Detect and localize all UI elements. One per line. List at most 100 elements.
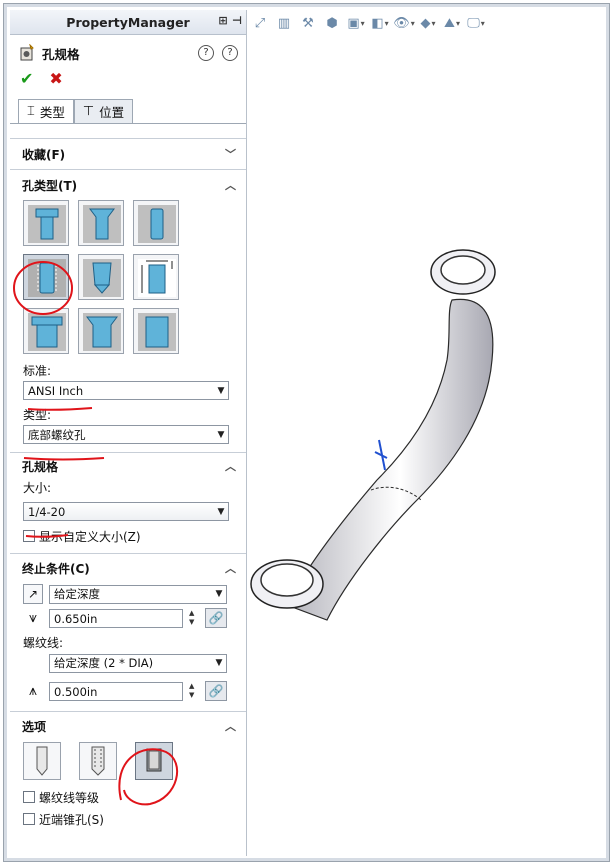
countersink-slot-button[interactable]	[78, 308, 124, 354]
favorites-section: 收藏(F) ﹀	[10, 138, 246, 169]
remove-thread-button[interactable]	[135, 742, 173, 780]
feature-name: 孔规格	[42, 46, 80, 62]
split-panel-icon[interactable]: ⊞	[216, 14, 230, 28]
thread-options	[10, 740, 246, 786]
hole-type-title: 孔类型(T)	[22, 178, 78, 193]
tab-strip: ⌶ 类型 ⊤ 位置	[18, 99, 246, 123]
chevron-up-icon[interactable]: ︿	[225, 458, 236, 474]
near-countersink-checkbox[interactable]	[23, 813, 35, 825]
options-section: 选项 ︿ 螺纹线等级 近端锥孔(S)	[10, 711, 246, 830]
remove-thread-icon	[146, 748, 162, 772]
countersink-slot-icon	[83, 313, 121, 351]
tap-drill-button[interactable]	[23, 742, 61, 780]
chevron-down-icon: ▼	[217, 506, 225, 517]
ok-cancel-row: ✔ ✖	[10, 67, 246, 89]
standard-select[interactable]: ANSI Inch ▼	[23, 381, 229, 400]
chevron-up-icon[interactable]: ︿	[225, 718, 236, 734]
hole-spec-header[interactable]: 孔规格 ︿	[10, 453, 246, 479]
standard-value: ANSI Inch	[28, 383, 84, 398]
size-select[interactable]: 1/4-20 ▼	[23, 502, 229, 521]
link-icon[interactable]: 🔗	[205, 681, 227, 701]
legacy-hole-button[interactable]	[133, 254, 179, 300]
thread-class-row[interactable]: 螺纹线等级	[10, 786, 246, 808]
hole-spec-section: 孔规格 ︿ 大小: 1/4-20 ▼ 显示自定义大小(Z)	[10, 452, 246, 553]
hole-type-grid	[10, 200, 246, 354]
position-tab-icon: ⊤	[82, 104, 95, 119]
end-condition-select[interactable]: 给定深度 ▼	[49, 584, 227, 604]
chevron-down-icon: ▼	[215, 658, 223, 668]
chevron-up-icon[interactable]: ︿	[225, 177, 236, 193]
tab-position-label: 位置	[99, 105, 125, 120]
depth-row: ⩛ 0.650in ▲ ▼ 🔗	[10, 606, 246, 630]
graphics-viewport[interactable]: ⤢ ▥ ⚒ ⬢ ▣ ◧ 👁 ◆ ⛰ 🖵	[247, 10, 603, 856]
near-countersink-row[interactable]: 近端锥孔(S)	[10, 808, 246, 830]
counterbore-button[interactable]	[23, 200, 69, 246]
simple-hole-button[interactable]	[133, 200, 179, 246]
hole-spec-title: 孔规格	[22, 459, 59, 474]
custom-size-label: 显示自定义大小(Z)	[39, 529, 141, 544]
tab-type[interactable]: ⌶ 类型	[18, 99, 74, 123]
chevron-down-icon: ▼	[217, 385, 225, 396]
bottom-flange-hole	[260, 563, 314, 597]
end-condition-section: 终止条件(C) ︿ ↗ 给定深度 ▼ ⩛ 0.650in ▲ ▼ 🔗 螺纹线: 给…	[10, 553, 246, 711]
legacy-hole-icon	[138, 259, 176, 297]
reverse-direction-icon[interactable]: ↗	[23, 584, 43, 604]
slot-button[interactable]	[133, 308, 179, 354]
panel-title-bar: PropertyManager ⊞ ⊣	[10, 10, 246, 35]
depth-input[interactable]: 0.650in	[49, 608, 183, 628]
countersink-button[interactable]	[78, 200, 124, 246]
pipe-tap-button[interactable]	[78, 254, 124, 300]
end-condition-title: 终止条件(C)	[22, 561, 90, 576]
slot-icon	[138, 313, 176, 351]
part-model	[250, 249, 496, 621]
tapped-hole-button[interactable]	[23, 254, 69, 300]
options-header[interactable]: 选项 ︿	[10, 712, 246, 740]
options-title: 选项	[22, 719, 47, 734]
tapped-hole-icon	[28, 259, 66, 297]
tap-drill-icon	[36, 746, 48, 776]
custom-size-checkbox-row[interactable]: 显示自定义大小(Z)	[10, 525, 246, 547]
property-manager-panel: PropertyManager ⊞ ⊣ 孔规格 ? ? ✔ ✖ ⌶ 类型 ⊤ 位…	[10, 10, 247, 856]
chevron-up-icon[interactable]: ︿	[225, 560, 236, 576]
standard-label: 标准:	[23, 364, 52, 378]
favorites-header[interactable]: 收藏(F) ﹀	[10, 139, 246, 169]
cancel-button[interactable]: ✖	[49, 69, 62, 88]
thread-class-checkbox[interactable]	[23, 791, 35, 803]
end-condition-row: ↗ 给定深度 ▼	[10, 582, 246, 606]
pipe-tap-icon	[83, 259, 121, 297]
counterbore-slot-button[interactable]	[23, 308, 69, 354]
simple-hole-icon	[138, 205, 176, 243]
counterbore-slot-icon	[28, 313, 66, 351]
chevron-down-icon[interactable]: ﹀	[225, 146, 236, 162]
tab-position[interactable]: ⊤ 位置	[73, 99, 134, 123]
ok-button[interactable]: ✔	[20, 69, 33, 88]
favorites-title: 收藏(F)	[22, 147, 66, 162]
size-label: 大小:	[23, 481, 52, 495]
hole-type-tab-icon: ⌶	[27, 104, 35, 119]
thread-condition-select[interactable]: 给定深度 (2 * DIA) ▼	[49, 653, 227, 673]
hole-wizard-icon	[20, 44, 34, 61]
help-icon[interactable]: ?	[198, 45, 214, 61]
thread-depth-spinner[interactable]: ▲ ▼	[189, 682, 199, 700]
cosmetic-thread-button[interactable]	[79, 742, 117, 780]
end-condition-value: 给定深度	[54, 587, 100, 601]
pin-icon[interactable]: ⊣	[230, 14, 244, 28]
thread-depth-icon: ⩚	[29, 683, 37, 699]
hole-type-section: 孔类型(T) ︿ 标准: ANSI Inch ▼ 类型: 底部螺纹孔 ▼	[10, 169, 246, 452]
near-countersink-label: 近端锥孔(S)	[39, 812, 104, 827]
info-icon[interactable]: ?	[222, 45, 238, 61]
thread-depth-input[interactable]: 0.500in	[49, 681, 183, 701]
custom-size-checkbox[interactable]	[23, 530, 35, 542]
hole-type-header[interactable]: 孔类型(T) ︿	[10, 170, 246, 200]
thread-class-label: 螺纹线等级	[39, 790, 100, 805]
type-value: 底部螺纹孔	[28, 427, 86, 442]
type-label: 类型:	[23, 408, 52, 422]
counterbore-icon	[28, 205, 66, 243]
depth-spinner[interactable]: ▲ ▼	[189, 609, 199, 627]
thread-depth-row: ⩚ 0.500in ▲ ▼ 🔗	[10, 679, 246, 703]
feature-header: 孔规格 ? ?	[10, 39, 246, 67]
end-condition-header[interactable]: 终止条件(C) ︿	[10, 554, 246, 582]
link-icon[interactable]: 🔗	[205, 608, 227, 628]
type-select[interactable]: 底部螺纹孔 ▼	[23, 425, 229, 444]
tab-type-label: 类型	[39, 105, 65, 120]
